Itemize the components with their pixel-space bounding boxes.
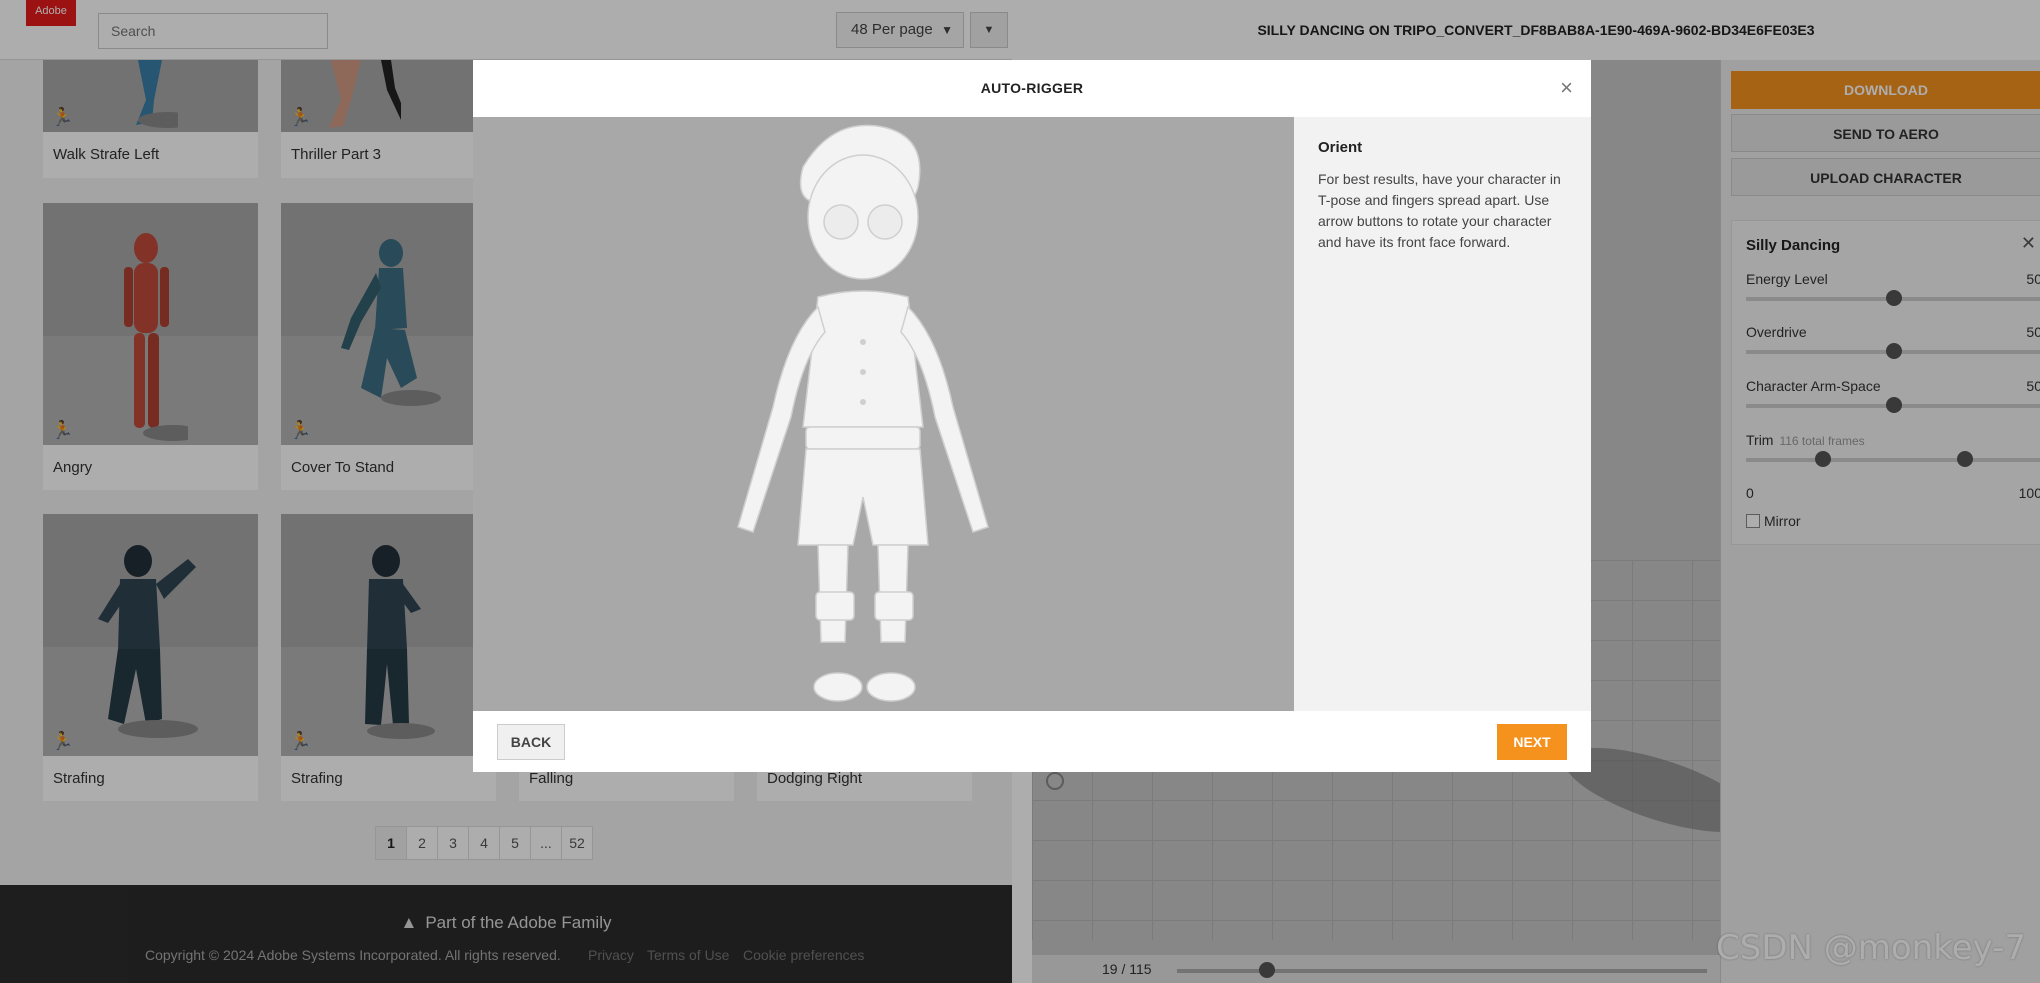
step-description: For best results, have your character in… <box>1318 171 1561 250</box>
instructions-panel: Orient For best results, have your chara… <box>1294 117 1591 711</box>
auto-rigger-dialog: AUTO-RIGGER × Orient For best results, h… <box>473 60 1591 772</box>
character-model <box>737 124 989 702</box>
step-title: Orient <box>1318 139 1363 156</box>
back-button[interactable]: BACK <box>497 724 565 760</box>
next-button[interactable]: NEXT <box>1497 724 1567 760</box>
dialog-footer: BACK NEXT <box>473 711 1591 772</box>
close-icon[interactable]: × <box>1560 76 1573 100</box>
character-preview[interactable] <box>473 117 1294 711</box>
dialog-title: AUTO-RIGGER <box>980 80 1084 96</box>
app-root: Adobe 48 Per page ▼ ▼ 🏃 Walk Strafe Left… <box>0 0 2040 983</box>
